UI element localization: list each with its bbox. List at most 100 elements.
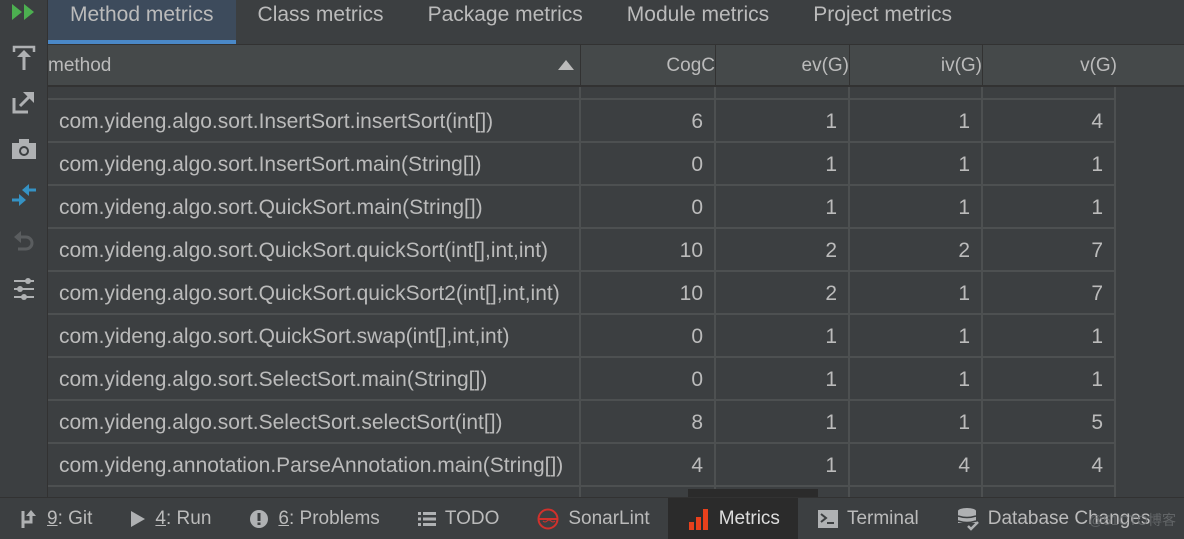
- method-cell: com.yideng.algo.sort.InsertSort.main(Str…: [48, 143, 581, 184]
- cogc-cell: 8: [581, 401, 716, 442]
- column-header-evg[interactable]: ev(G): [716, 45, 850, 85]
- method-cell: com.yideng.algo.sort.QuickSort.swap(int[…: [48, 315, 581, 356]
- method-cell: com.yideng.algo.sort.QuickSort.quickSort…: [48, 272, 581, 313]
- ivg-cell: 1: [850, 100, 983, 141]
- tab-project-metrics[interactable]: Project metrics: [791, 0, 974, 44]
- camera-icon[interactable]: [11, 136, 37, 162]
- cogc-cell: 0: [581, 186, 716, 227]
- tool-problems-label: : Problems: [289, 507, 380, 529]
- vg-cell: 1: [983, 186, 1116, 227]
- sort-ascending-icon: [558, 60, 574, 70]
- horizontal-scrollbar-thumb[interactable]: [688, 489, 818, 497]
- evg-cell: 2: [716, 272, 850, 313]
- method-cell: com.yideng.algo.sort.QuickSort.quickSort…: [48, 229, 581, 270]
- cogc-cell: 10: [581, 272, 716, 313]
- table-row[interactable]: com.yideng.algo.sort.InsertSort.insertSo…: [48, 100, 1116, 143]
- vg-cell: 1: [983, 315, 1116, 356]
- cogc-cell: 4: [581, 444, 716, 485]
- column-header-cogc[interactable]: CogC: [581, 45, 716, 85]
- table-row-empty: [48, 487, 1116, 497]
- tab-class-metrics[interactable]: Class metrics: [236, 0, 406, 44]
- tab-method-metrics[interactable]: Method metrics: [48, 0, 236, 44]
- ivg-cell: 1: [850, 186, 983, 227]
- cogc-cell: 6: [581, 100, 716, 141]
- run-icon[interactable]: [11, 0, 37, 24]
- table-body: com.yideng.algo.sort.InsertSort.insertSo…: [48, 87, 1116, 497]
- evg-cell: 2: [716, 229, 850, 270]
- ivg-cell: [850, 87, 983, 98]
- table-row-partial[interactable]: [48, 87, 1116, 100]
- column-header-vg[interactable]: v(G): [983, 45, 1117, 85]
- vg-cell: [983, 87, 1116, 98]
- tool-metrics-label: Metrics: [718, 507, 780, 529]
- table-row[interactable]: com.yideng.algo.sort.QuickSort.quickSort…: [48, 229, 1116, 272]
- vg-cell: 7: [983, 272, 1116, 313]
- database-icon: [957, 507, 979, 531]
- evg-cell: 1: [716, 143, 850, 184]
- table-row[interactable]: com.yideng.algo.sort.InsertSort.main(Str…: [48, 143, 1116, 186]
- cogc-cell: 0: [581, 315, 716, 356]
- table-header: method CogC ev(G) iv(G) v(G): [48, 45, 1184, 87]
- cogc-cell: 0: [581, 143, 716, 184]
- evg-cell: 1: [716, 358, 850, 399]
- tool-todo[interactable]: TODO: [398, 498, 518, 539]
- undo-icon[interactable]: [11, 228, 37, 254]
- settings-sliders-icon[interactable]: [11, 276, 37, 302]
- left-toolbar: [0, 0, 48, 497]
- compare-icon[interactable]: [11, 182, 37, 208]
- table-row[interactable]: com.yideng.algo.sort.QuickSort.main(Stri…: [48, 186, 1116, 229]
- tool-sonarlint-label: SonarLint: [568, 507, 650, 529]
- column-header-ivg[interactable]: iv(G): [850, 45, 983, 85]
- problems-icon: [249, 509, 269, 529]
- cogc-cell: 0: [581, 358, 716, 399]
- tool-problems[interactable]: 6: Problems: [229, 498, 397, 539]
- vg-cell: 4: [983, 444, 1116, 485]
- sonarlint-icon: [537, 508, 559, 530]
- vg-cell: 5: [983, 401, 1116, 442]
- method-cell: com.yideng.annotation.ParseAnnotation.ma…: [48, 444, 581, 485]
- terminal-icon: [817, 509, 838, 528]
- method-cell: com.yideng.algo.sort.InsertSort.insertSo…: [48, 100, 581, 141]
- ivg-cell: 1: [850, 315, 983, 356]
- ivg-cell: 2: [850, 229, 983, 270]
- vg-cell: 1: [983, 358, 1116, 399]
- tool-git-key: 9: [47, 507, 58, 529]
- tool-git-label: : Git: [57, 507, 93, 529]
- ivg-cell: 1: [850, 401, 983, 442]
- vg-cell: 1: [983, 143, 1116, 184]
- tool-run[interactable]: 4: Run: [110, 498, 229, 539]
- ivg-cell: 1: [850, 143, 983, 184]
- cogc-cell: [581, 87, 716, 98]
- git-branch-icon: [20, 509, 38, 529]
- evg-cell: 1: [716, 186, 850, 227]
- table-row[interactable]: com.yideng.algo.sort.QuickSort.quickSort…: [48, 272, 1116, 315]
- vg-cell: 4: [983, 100, 1116, 141]
- tool-terminal[interactable]: Terminal: [798, 498, 937, 539]
- table-row[interactable]: com.yideng.algo.sort.SelectSort.selectSo…: [48, 401, 1116, 444]
- tool-git[interactable]: 9: Git: [0, 498, 110, 539]
- tab-package-metrics[interactable]: Package metrics: [406, 0, 605, 44]
- watermark: @51CTO博客: [1088, 512, 1176, 528]
- vg-cell: [983, 487, 1116, 497]
- table-row[interactable]: com.yideng.annotation.ParseAnnotation.ma…: [48, 444, 1116, 487]
- ivg-cell: 1: [850, 358, 983, 399]
- tool-sonarlint[interactable]: SonarLint: [517, 498, 667, 539]
- open-external-icon[interactable]: [11, 89, 37, 115]
- tool-metrics[interactable]: Metrics: [667, 498, 798, 539]
- column-header-method[interactable]: method: [48, 45, 581, 85]
- cogc-cell: 10: [581, 229, 716, 270]
- column-header-label: method: [48, 55, 112, 76]
- table-row[interactable]: com.yideng.algo.sort.QuickSort.swap(int[…: [48, 315, 1116, 358]
- evg-cell: 1: [716, 401, 850, 442]
- tool-todo-label: TODO: [444, 507, 500, 529]
- vg-cell: 7: [983, 229, 1116, 270]
- metrics-tabs: Method metrics Class metrics Package met…: [48, 0, 1184, 45]
- table-row[interactable]: com.yideng.algo.sort.SelectSort.main(Str…: [48, 358, 1116, 401]
- evg-cell: 1: [716, 100, 850, 141]
- ivg-cell: [850, 487, 983, 497]
- method-cell: [48, 487, 581, 497]
- run-icon: [130, 510, 146, 528]
- method-cell: com.yideng.algo.sort.SelectSort.selectSo…: [48, 401, 581, 442]
- export-icon[interactable]: [11, 45, 37, 71]
- tab-module-metrics[interactable]: Module metrics: [605, 0, 791, 44]
